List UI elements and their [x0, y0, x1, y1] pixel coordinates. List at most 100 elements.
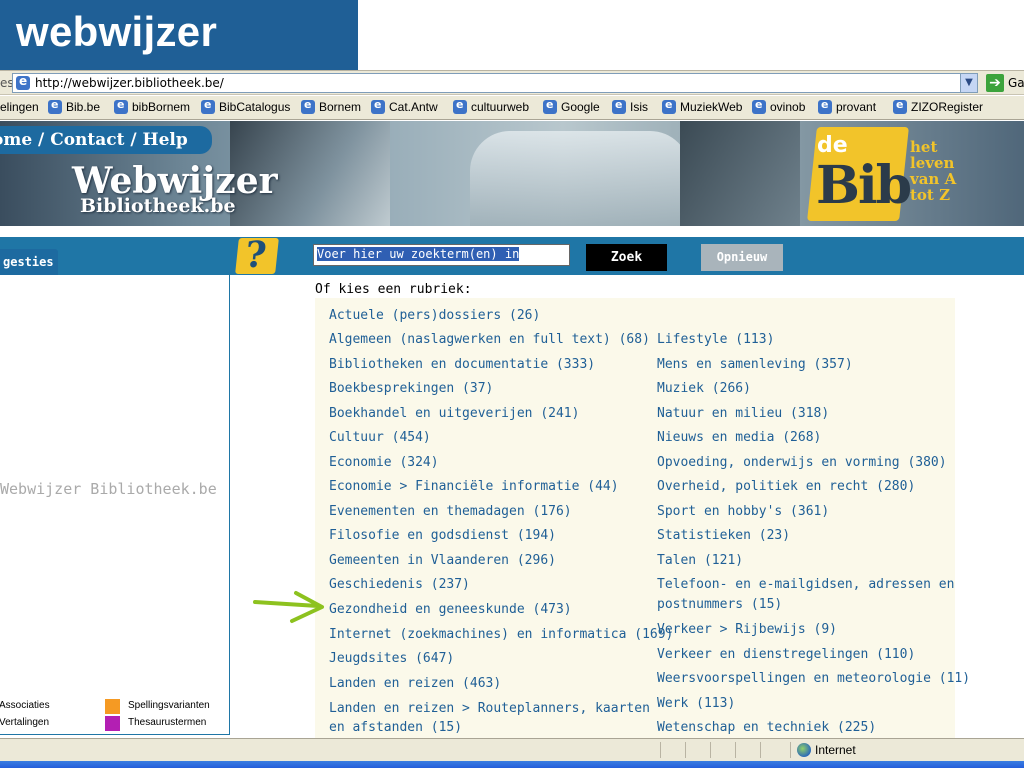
de-bib-logo-word: Bib	[816, 155, 912, 216]
de-bib-tagline: het leven van A tot Z	[910, 138, 957, 204]
links-item-zizoregister[interactable]: ZIZORegister	[893, 98, 983, 114]
category-link[interactable]: Bibliotheken en documentatie (333)	[329, 355, 595, 375]
address-bar: es http://webwijzer.bibliotheek.be/ ▼ ➔ …	[0, 70, 1024, 95]
slide-title-text: webwijzer	[16, 8, 218, 55]
category-link[interactable]: Actuele (pers)dossiers (26)	[329, 306, 540, 326]
ie-link-icon	[301, 98, 315, 114]
taskbar	[0, 761, 1024, 768]
legend-spellingsvarianten: Spellingsvarianten	[128, 700, 210, 711]
ie-link-icon	[371, 98, 385, 114]
legend-associaties: Associaties	[0, 700, 50, 711]
category-link[interactable]: Landen en reizen (463)	[329, 674, 501, 694]
category-link[interactable]: Internet (zoekmachines) en informatica (…	[329, 625, 673, 645]
site-nav[interactable]: ome / Contact / Help	[0, 126, 212, 154]
links-item-bornem[interactable]: Bornem	[301, 98, 361, 114]
search-strip: gesties Voer hier uw zoekterm(en) in Zoe…	[0, 237, 1024, 275]
site-nav-links[interactable]: ome / Contact / Help	[0, 130, 188, 150]
links-item-google[interactable]: Google	[543, 98, 600, 114]
ie-link-icon	[893, 98, 907, 114]
category-link-cont[interactable]: postnummers (15)	[657, 595, 782, 615]
ie-link-icon	[453, 98, 467, 114]
rubriek-heading: Of kies een rubriek:	[315, 282, 472, 297]
category-link[interactable]: Nieuws en media (268)	[657, 428, 821, 448]
status-divider	[760, 742, 761, 758]
category-link[interactable]: Wetenschap en techniek (225)	[657, 718, 876, 738]
ie-link-icon	[752, 98, 766, 114]
ie-link-icon	[201, 98, 215, 114]
category-link[interactable]: Talen (121)	[657, 551, 743, 571]
category-link[interactable]: Economie (324)	[329, 453, 439, 473]
category-link[interactable]: Lifestyle (113)	[657, 330, 774, 350]
category-link[interactable]: Boekbesprekingen (37)	[329, 379, 493, 399]
globe-icon	[797, 743, 811, 757]
webwijzer-logo[interactable]: Webwijzer	[72, 163, 278, 199]
slide-title: webwijzer	[0, 0, 358, 70]
chevron-down-icon[interactable]: ▼	[960, 74, 977, 92]
links-item-cultuurweb[interactable]: cultuurweb	[453, 98, 529, 114]
go-button[interactable]: ➔ Ga	[986, 73, 1024, 93]
category-link[interactable]: Sport en hobby's (361)	[657, 502, 829, 522]
category-link[interactable]: Overheid, politiek en recht (280)	[657, 477, 915, 497]
category-link[interactable]: Cultuur (454)	[329, 428, 431, 448]
links-item-isis[interactable]: Isis	[612, 98, 648, 114]
links-item-partial[interactable]: elingen	[0, 100, 39, 114]
green-arrow-icon	[253, 591, 324, 623]
category-link-gezondheid[interactable]: Gezondheid en geneeskunde (473)	[329, 600, 572, 620]
category-link[interactable]: Algemeen (naslagwerken en full text) (68…	[329, 330, 650, 350]
category-link[interactable]: Natuur en milieu (318)	[657, 404, 829, 424]
status-divider	[685, 742, 686, 758]
search-input[interactable]: Voer hier uw zoekterm(en) in	[313, 244, 570, 266]
links-item-bibbornem[interactable]: bibBornem	[114, 98, 190, 114]
panel-watermark: Webwijzer Bibliotheek.be	[0, 480, 217, 498]
tab-suggesties[interactable]: gesties	[0, 249, 58, 275]
category-link[interactable]: Statistieken (23)	[657, 526, 790, 546]
go-arrow-icon: ➔	[986, 74, 1004, 92]
site-banner: ome / Contact / Help Webwijzer Bibliothe…	[0, 121, 1024, 226]
links-item-ovinob[interactable]: ovinob	[752, 98, 805, 114]
links-item-muziekweb[interactable]: MuziekWeb	[662, 98, 742, 114]
category-link-cont[interactable]: en afstanden (15)	[329, 718, 462, 738]
banner-photo-center	[470, 131, 690, 226]
go-label: Ga	[1008, 76, 1024, 90]
category-link[interactable]: Filosofie en godsdienst (194)	[329, 526, 556, 546]
category-link[interactable]: Muziek (266)	[657, 379, 751, 399]
category-link[interactable]: Landen en reizen > Routeplanners, kaarte…	[329, 699, 650, 719]
ie-link-icon	[662, 98, 676, 114]
links-item-cat-antw[interactable]: Cat.Antw	[371, 98, 438, 114]
links-bar: elingen Bib.be bibBornem BibCatalogus Bo…	[0, 96, 1024, 120]
help-icon[interactable]: ?	[235, 234, 279, 276]
address-url[interactable]: http://webwijzer.bibliotheek.be/	[35, 76, 224, 90]
category-link[interactable]: Verkeer en dienstregelingen (110)	[657, 645, 915, 665]
category-link[interactable]: Mens en samenleving (357)	[657, 355, 853, 375]
category-link[interactable]: Werk (113)	[657, 694, 735, 714]
webwijzer-logo-sub[interactable]: Bibliotheek.be	[80, 195, 236, 217]
reset-button[interactable]: Opnieuw	[701, 244, 783, 271]
category-link[interactable]: Gemeenten in Vlaanderen (296)	[329, 551, 556, 571]
legend-thesaurustermen: Thesaurustermen	[128, 717, 207, 728]
legend-swatch-purple	[105, 716, 120, 731]
rubriek-list: Actuele (pers)dossiers (26) Algemeen (na…	[315, 298, 970, 738]
search-button[interactable]: Zoek	[586, 244, 667, 271]
category-link[interactable]: Jeugdsites (647)	[329, 649, 454, 669]
banner-photo-right	[680, 121, 800, 226]
status-divider	[710, 742, 711, 758]
category-link[interactable]: Evenementen en themadagen (176)	[329, 502, 572, 522]
category-link[interactable]: Boekhandel en uitgeverijen (241)	[329, 404, 579, 424]
category-link[interactable]: Geschiedenis (237)	[329, 575, 470, 595]
ie-link-icon	[114, 98, 128, 114]
ie-link-icon	[48, 98, 62, 114]
legend-vertalingen: Vertalingen	[0, 717, 50, 728]
links-item-bib-be[interactable]: Bib.be	[48, 98, 100, 114]
category-link[interactable]: Weersvoorspellingen en meteorologie (11)	[657, 669, 970, 689]
search-placeholder: Voer hier uw zoekterm(en) in	[317, 247, 520, 261]
links-item-bibcatalogus[interactable]: BibCatalogus	[201, 98, 290, 114]
address-field[interactable]: http://webwijzer.bibliotheek.be/ ▼	[12, 73, 978, 93]
security-zone-label: Internet	[815, 743, 856, 757]
category-link[interactable]: Verkeer > Rijbewijs (9)	[657, 620, 837, 640]
category-link[interactable]: Opvoeding, onderwijs en vorming (380)	[657, 453, 947, 473]
status-bar: Internet	[0, 738, 1024, 761]
category-link[interactable]: Economie > Financiële informatie (44)	[329, 477, 619, 497]
category-link[interactable]: Telefoon- en e-mailgidsen, adressen en	[657, 575, 954, 595]
suggestions-panel: Webwijzer Bibliotheek.be Associaties Spe…	[0, 275, 230, 735]
links-item-provant[interactable]: provant	[818, 98, 876, 114]
